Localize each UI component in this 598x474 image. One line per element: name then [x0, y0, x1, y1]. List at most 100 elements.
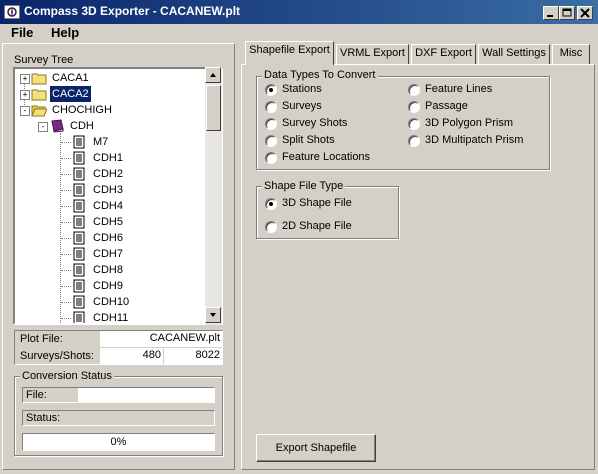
scroll-thumb[interactable]	[206, 85, 221, 131]
title-bar[interactable]: Compass 3D Exporter - CACANEW.plt	[0, 0, 598, 24]
document-icon	[73, 279, 85, 295]
file-status-row: File:	[22, 387, 215, 403]
file-status-label: File:	[26, 389, 47, 401]
radio-survey-shots[interactable]	[265, 118, 277, 130]
close-button[interactable]	[577, 6, 593, 20]
collapse-toggle-icon[interactable]: -	[20, 106, 30, 116]
tab-vrml-export[interactable]: VRML Export	[336, 44, 409, 64]
tree-guide-line	[61, 190, 71, 191]
tree-guide-line	[61, 302, 71, 303]
radio-2d-shape-file[interactable]	[265, 221, 277, 233]
survey-tree[interactable]: + CACA1 + CACA2- CHOCHIGH - CDH M7 CDH1 CDH2 CDH3 C…	[13, 67, 223, 325]
radio-label[interactable]: Surveys	[282, 100, 322, 112]
tree-node-label[interactable]: CDH	[68, 118, 96, 134]
radio-surveys[interactable]	[265, 101, 277, 113]
tree-guide-line	[61, 142, 71, 143]
radio-label[interactable]: Feature Lines	[425, 83, 492, 95]
folder-open-icon	[31, 103, 48, 119]
tree-guide-line	[61, 222, 71, 223]
radio-label[interactable]: 3D Polygon Prism	[425, 117, 513, 129]
radio-label[interactable]: Passage	[425, 100, 468, 112]
maximize-button[interactable]	[559, 6, 575, 20]
export-shapefile-button[interactable]: Export Shapefile	[256, 434, 376, 462]
tree-node-label[interactable]: CDH7	[91, 246, 125, 262]
document-icon	[73, 215, 85, 231]
radio-selected-dot	[269, 88, 273, 92]
tree-node-label[interactable]: CDH6	[91, 230, 125, 246]
radio-feature-lines[interactable]	[408, 84, 420, 96]
data-types-title: Data Types To Convert	[262, 69, 378, 81]
radio-feature-locations[interactable]	[265, 152, 277, 164]
tree-node-label[interactable]: CDH3	[91, 182, 125, 198]
expand-toggle-icon[interactable]: +	[20, 90, 30, 100]
minimize-button[interactable]	[543, 6, 559, 20]
document-icon	[73, 167, 85, 183]
tree-guide-line	[61, 254, 71, 255]
expand-toggle-icon[interactable]: +	[20, 74, 30, 84]
minimize-icon	[547, 15, 553, 17]
tree-node-label[interactable]: CDH4	[91, 198, 125, 214]
menu-help[interactable]: Help	[51, 25, 79, 40]
menu-file[interactable]: File	[11, 25, 33, 40]
document-icon	[73, 311, 85, 323]
tab-shapefile-export[interactable]: Shapefile Export	[245, 41, 334, 65]
tree-node-label[interactable]: CDH10	[91, 294, 131, 310]
document-icon	[73, 263, 85, 279]
document-icon	[73, 183, 85, 199]
radio-label[interactable]: Survey Shots	[282, 117, 347, 129]
shots-count: 8022	[164, 348, 222, 364]
tree-node-label[interactable]: CDH11	[91, 310, 130, 323]
radio-3d-shape-file[interactable]	[265, 198, 277, 210]
radio-label[interactable]: Split Shots	[282, 134, 335, 146]
progress-bar: 0%	[22, 433, 215, 451]
tab-misc[interactable]: Misc	[552, 44, 590, 64]
radio-label[interactable]: 3D Multipatch Prism	[425, 134, 523, 146]
document-icon	[73, 151, 85, 167]
tab-dxf-export[interactable]: DXF Export	[411, 44, 476, 64]
surveys-count: 480	[100, 348, 163, 364]
tab-wall-settings[interactable]: Wall Settings	[478, 44, 550, 64]
tree-guide-line	[61, 270, 71, 271]
arrow-down-icon	[210, 313, 216, 317]
file-status-value	[78, 388, 214, 402]
scroll-down-button[interactable]	[205, 307, 221, 323]
plot-file-value: CACANEW.plt	[100, 331, 222, 347]
radio-stations[interactable]	[265, 84, 277, 96]
plot-file-label: Plot File:	[20, 333, 63, 345]
tree-node-label[interactable]: CDH8	[91, 262, 125, 278]
radio-label[interactable]: Feature Locations	[282, 151, 370, 163]
survey-tree-label: Survey Tree	[14, 54, 74, 66]
close-icon	[580, 8, 590, 18]
tree-node-label[interactable]: CDH2	[91, 166, 125, 182]
folder-icon	[31, 87, 47, 103]
radio-label[interactable]: 3D Shape File	[282, 197, 352, 209]
arrow-up-icon	[210, 73, 216, 77]
radio-label[interactable]: 2D Shape File	[282, 220, 352, 232]
tree-guide-line	[61, 318, 71, 319]
collapse-toggle-icon[interactable]: -	[38, 122, 48, 132]
radio-3d-polygon-prism[interactable]	[408, 118, 420, 130]
tree-guide-line	[61, 158, 71, 159]
tree-node-label[interactable]: CACA2	[49, 85, 92, 103]
radio-3d-multipatch-prism[interactable]	[408, 135, 420, 147]
status-row: Status:	[22, 410, 215, 426]
document-icon	[73, 231, 85, 247]
radio-split-shots[interactable]	[265, 135, 277, 147]
tree-node-label[interactable]: CDH9	[91, 278, 125, 294]
document-icon	[73, 135, 85, 151]
folder-icon	[31, 71, 47, 87]
tree-node-label[interactable]: M7	[91, 134, 110, 150]
status-label: Status:	[26, 412, 61, 424]
radio-passage[interactable]	[408, 101, 420, 113]
tree-scrollbar[interactable]	[205, 67, 222, 325]
tree-node-label[interactable]: CDH5	[91, 214, 125, 230]
tree-guide-line	[61, 238, 71, 239]
shape-file-type-title: Shape File Type	[262, 180, 346, 192]
tree-node-label[interactable]: CACA1	[50, 70, 91, 86]
tree-node-label[interactable]: CDH1	[91, 150, 125, 166]
scroll-up-button[interactable]	[205, 67, 221, 83]
radio-label[interactable]: Stations	[282, 83, 322, 95]
tree-node-label[interactable]: CHOCHIGH	[50, 102, 114, 118]
book-icon	[49, 119, 65, 135]
surveys-shots-label: Surveys/Shots:	[20, 350, 94, 362]
